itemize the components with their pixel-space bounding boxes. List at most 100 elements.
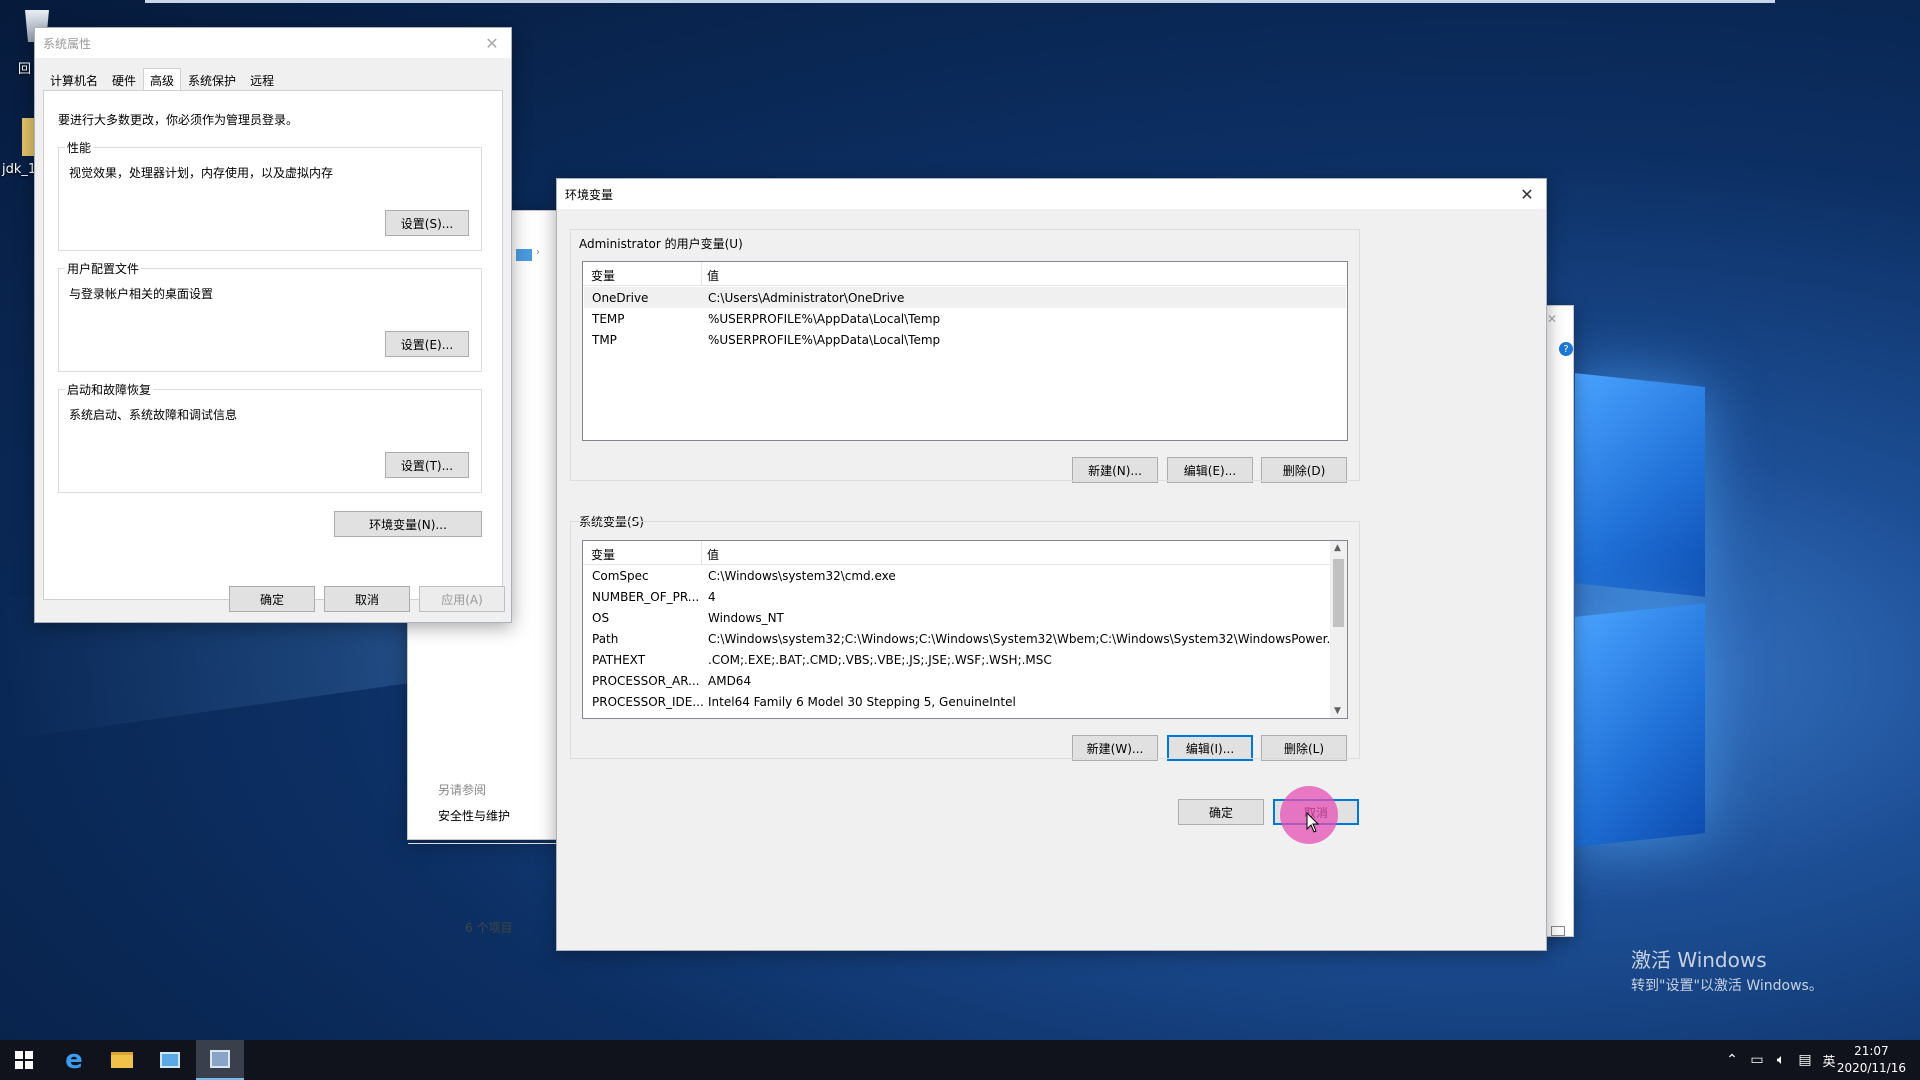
system-properties-window: 系统属性 ✕ 计算机名 硬件 高级 系统保护 远程 要进行大多数更改，你必须作为… <box>34 27 512 623</box>
startup-recovery-group: 启动和故障恢复 系统启动、系统故障和调试信息 设置(T)... <box>58 381 482 493</box>
startup-recovery-label: 启动和故障恢复 <box>65 381 154 398</box>
top-window-edge <box>145 0 1775 3</box>
header-value[interactable]: 值 <box>707 546 719 563</box>
table-row[interactable]: OneDrive C:\Users\Administrator\OneDrive <box>584 287 1346 308</box>
system-new-button[interactable]: 新建(W)... <box>1072 735 1158 761</box>
close-icon[interactable]: ✕ <box>481 32 503 54</box>
windows-logo-pane-bottom <box>1575 603 1705 847</box>
list-header: 变量 值 <box>583 541 1330 565</box>
variable-name: ComSpec <box>592 568 649 583</box>
apply-button[interactable]: 应用(A) <box>419 586 505 612</box>
tab-hardware[interactable]: 硬件 <box>105 68 143 90</box>
user-variables-label: Administrator 的用户变量(U) <box>579 237 743 251</box>
startup-recovery-settings-button[interactable]: 设置(T)... <box>385 452 469 478</box>
chevron-right-icon: › <box>536 247 540 258</box>
notification-icon[interactable]: ▤ <box>1794 1040 1816 1080</box>
control-panel-icon[interactable] <box>146 1040 194 1080</box>
scroll-up-icon[interactable]: ▲ <box>1334 543 1341 553</box>
variable-name: PROCESSOR_AR... <box>592 673 700 688</box>
tab-system-protection[interactable]: 系统保护 <box>181 68 243 90</box>
network-icon[interactable]: ▭ <box>1746 1040 1768 1080</box>
table-row[interactable]: OS Windows_NT <box>584 607 1329 628</box>
help-icon[interactable]: ? <box>1559 342 1573 356</box>
table-row[interactable]: PROCESSOR_IDE... Intel64 Family 6 Model … <box>584 691 1329 712</box>
system-variables-label: 系统变量(S) <box>579 515 644 529</box>
file-explorer-icon[interactable] <box>98 1040 146 1080</box>
close-icon[interactable]: ✕ <box>1516 183 1538 205</box>
jdk-folder-label: jdk_1 <box>2 162 37 177</box>
taskbar: e ⌃ ▭ 🔈︎ ▤ 英 21:07 2020/11/16 <box>0 1040 1920 1080</box>
system-edit-button[interactable]: 编辑(I)... <box>1167 735 1253 761</box>
tab-advanced[interactable]: 高级 <box>143 68 182 90</box>
variable-name: Path <box>592 631 619 646</box>
variable-value: %USERPROFILE%\AppData\Local\Temp <box>708 332 941 347</box>
environment-variables-button[interactable]: 环境变量(N)... <box>334 511 482 537</box>
system-properties-titlebar: 系统属性 <box>35 28 511 58</box>
clock[interactable]: 21:07 2020/11/16 <box>1837 1043 1906 1077</box>
user-edit-button[interactable]: 编辑(E)... <box>1167 457 1253 483</box>
table-row[interactable]: NUMBER_OF_PR... 4 <box>584 586 1329 607</box>
table-row[interactable]: PROCESSOR_AR... AMD64 <box>584 670 1329 691</box>
mouse-cursor-icon <box>1306 812 1320 833</box>
window-title: 环境变量 <box>565 187 614 202</box>
user-variables-list[interactable]: 变量 值 OneDrive C:\Users\Administrator\One… <box>582 261 1348 441</box>
cancel-button[interactable]: 取消 <box>324 586 410 612</box>
variable-value: Windows_NT <box>708 610 784 625</box>
system-delete-button[interactable]: 删除(L) <box>1261 735 1347 761</box>
recycle-bin-label: 回 <box>18 62 32 77</box>
show-hidden-icons-icon[interactable]: ⌃ <box>1722 1040 1742 1080</box>
scroll-down-icon[interactable]: ▼ <box>1334 706 1341 716</box>
admin-note: 要进行大多数更改，你必须作为管理员登录。 <box>58 113 299 127</box>
table-row[interactable]: ComSpec C:\Windows\system32\cmd.exe <box>584 565 1329 586</box>
start-button[interactable] <box>0 1040 48 1080</box>
variable-name: PATHEXT <box>592 652 646 667</box>
security-maintenance-link[interactable]: 安全性与维护 <box>438 807 510 824</box>
table-row[interactable]: TEMP %USERPROFILE%\AppData\Local\Temp <box>584 308 1346 329</box>
vertical-scrollbar[interactable]: ▲ ▼ <box>1330 541 1347 718</box>
advanced-tab-panel: 要进行大多数更改，你必须作为管理员登录。 性能 视觉效果，处理器计划，内存使用，… <box>43 90 503 600</box>
ok-button[interactable]: 确定 <box>229 586 315 612</box>
performance-desc: 视觉效果，处理器计划，内存使用，以及虚拟内存 <box>69 166 334 180</box>
tab-strip: 计算机名 硬件 高级 系统保护 远程 <box>43 68 281 90</box>
activation-watermark: 激活 Windows 转到"设置"以激活 Windows。 <box>1631 944 1823 995</box>
startup-recovery-desc: 系统启动、系统故障和调试信息 <box>69 408 238 422</box>
variable-name: TEMP <box>592 311 625 326</box>
user-profiles-label: 用户配置文件 <box>65 260 142 277</box>
variable-name: OS <box>592 610 610 625</box>
view-toggle-icon[interactable] <box>1551 926 1565 936</box>
ok-button[interactable]: 确定 <box>1178 799 1264 825</box>
user-profiles-settings-button[interactable]: 设置(E)... <box>385 331 469 357</box>
table-row[interactable]: PATHEXT .COM;.EXE;.BAT;.CMD;.VBS;.VBE;.J… <box>584 649 1329 670</box>
variable-name: PROCESSOR_IDE... <box>592 694 704 709</box>
variable-value: Intel64 Family 6 Model 30 Stepping 5, Ge… <box>708 694 1016 709</box>
performance-label: 性能 <box>65 139 94 156</box>
tab-computer-name[interactable]: 计算机名 <box>43 68 105 90</box>
folder-icon[interactable] <box>22 118 34 156</box>
header-variable[interactable]: 变量 <box>591 546 615 563</box>
environment-variables-window: 环境变量 ✕ Administrator 的用户变量(U) 变量 值 OneDr… <box>556 178 1547 951</box>
tab-remote[interactable]: 远程 <box>243 68 281 90</box>
scroll-thumb[interactable] <box>1333 559 1344 627</box>
variable-name: TMP <box>592 332 617 347</box>
header-variable[interactable]: 变量 <box>591 267 615 284</box>
variable-value: 4 <box>708 589 716 604</box>
windows-logo-pane-top <box>1575 373 1705 597</box>
user-delete-button[interactable]: 删除(D) <box>1261 457 1347 483</box>
window-title: 系统属性 <box>43 36 92 51</box>
variable-name: NUMBER_OF_PR... <box>592 589 700 604</box>
header-value[interactable]: 值 <box>707 267 719 284</box>
system-variables-list[interactable]: 变量 值 ComSpec C:\Windows\system32\cmd.exe… <box>582 540 1348 719</box>
clock-time: 21:07 <box>1854 1044 1889 1058</box>
list-header: 变量 值 <box>583 262 1347 286</box>
table-row[interactable]: Path C:\Windows\system32;C:\Windows;C:\W… <box>584 628 1338 649</box>
performance-group: 性能 视觉效果，处理器计划，内存使用，以及虚拟内存 设置(S)... <box>58 139 482 251</box>
system-properties-taskbar-icon[interactable] <box>196 1040 244 1080</box>
table-row[interactable]: TMP %USERPROFILE%\AppData\Local\Temp <box>584 329 1346 350</box>
edge-browser-icon[interactable]: e <box>50 1040 98 1080</box>
close-icon[interactable]: ✕ <box>1547 312 1557 326</box>
clock-date: 2020/11/16 <box>1836 1061 1906 1075</box>
volume-icon[interactable]: 🔈︎ <box>1770 1040 1792 1080</box>
user-new-button[interactable]: 新建(N)... <box>1072 457 1158 483</box>
performance-settings-button[interactable]: 设置(S)... <box>385 210 469 236</box>
user-profiles-desc: 与登录帐户相关的桌面设置 <box>69 287 214 301</box>
